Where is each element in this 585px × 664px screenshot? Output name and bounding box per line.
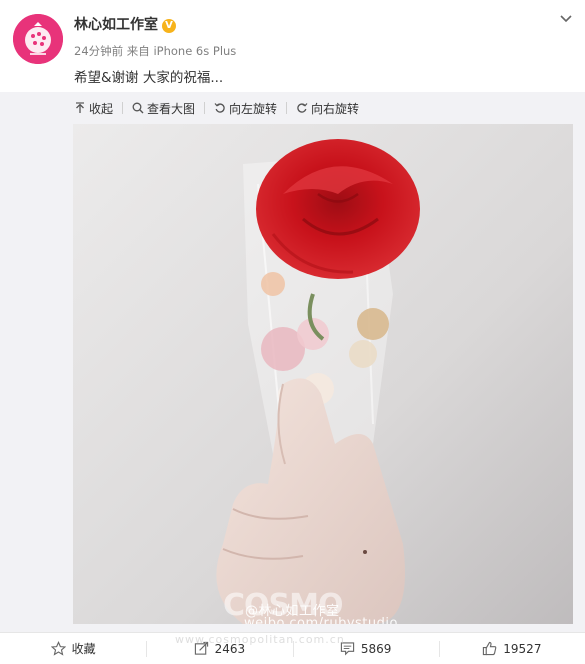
source-prefix: 来自 <box>126 44 150 58</box>
thumbs-up-icon <box>483 641 497 656</box>
magnifier-icon <box>132 102 144 114</box>
post-header: 林心如工作室 V 24分钟前 来自 iPhone 6s Plus 希望&谢谢 大家… <box>0 0 585 92</box>
post-time[interactable]: 24分钟前 <box>74 44 123 58</box>
image-toolbar: 收起 查看大图 向左旋转 向右旋转 <box>74 100 359 116</box>
like-button[interactable]: 19527 <box>438 633 585 664</box>
rotate-right-button[interactable]: 向右旋转 <box>296 100 359 117</box>
divider <box>286 102 288 114</box>
collapse-arrow-icon <box>76 102 84 113</box>
star-icon <box>50 641 66 656</box>
divider <box>122 102 124 114</box>
favorite-label: 收藏 <box>71 642 96 656</box>
post-text: 希望&谢谢 大家的祝福... <box>74 70 224 86</box>
divider <box>204 102 206 114</box>
comment-count: 5869 <box>360 641 392 656</box>
rotate-left-icon <box>214 103 225 113</box>
collapse-button[interactable]: 收起 <box>74 100 113 117</box>
favorite-button[interactable]: 收藏 <box>0 633 146 664</box>
media-panel: 收起 查看大图 向左旋转 向右旋转 COSMO @林心如工作室 weibo.co… <box>0 92 585 632</box>
chevron-down-icon[interactable] <box>559 12 573 26</box>
rotate-left-label: 向左旋转 <box>229 101 278 116</box>
rose-photo <box>73 124 573 624</box>
view-large-label: 查看大图 <box>147 101 196 116</box>
author-name[interactable]: 林心如工作室 V <box>74 14 176 34</box>
rotate-right-label: 向右旋转 <box>311 101 360 116</box>
post-image[interactable]: COSMO @林心如工作室 weibo.com/rubystudio <box>73 124 573 624</box>
avatar[interactable] <box>13 14 63 64</box>
like-count: 19527 <box>503 641 542 656</box>
verified-icon: V <box>162 19 176 33</box>
author-name-text[interactable]: 林心如工作室 <box>74 17 158 33</box>
watermark-line2: weibo.com/rubystudio <box>244 616 398 624</box>
collapse-label: 收起 <box>89 101 114 116</box>
post-meta: 24分钟前 来自 iPhone 6s Plus <box>74 43 236 59</box>
view-large-button[interactable]: 查看大图 <box>132 100 195 117</box>
rotate-left-button[interactable]: 向左旋转 <box>214 100 277 117</box>
post-source: iPhone 6s Plus <box>153 44 237 58</box>
rotate-right-icon <box>297 103 308 113</box>
site-watermark: www.cosmopolitan.com.cn <box>175 633 345 646</box>
